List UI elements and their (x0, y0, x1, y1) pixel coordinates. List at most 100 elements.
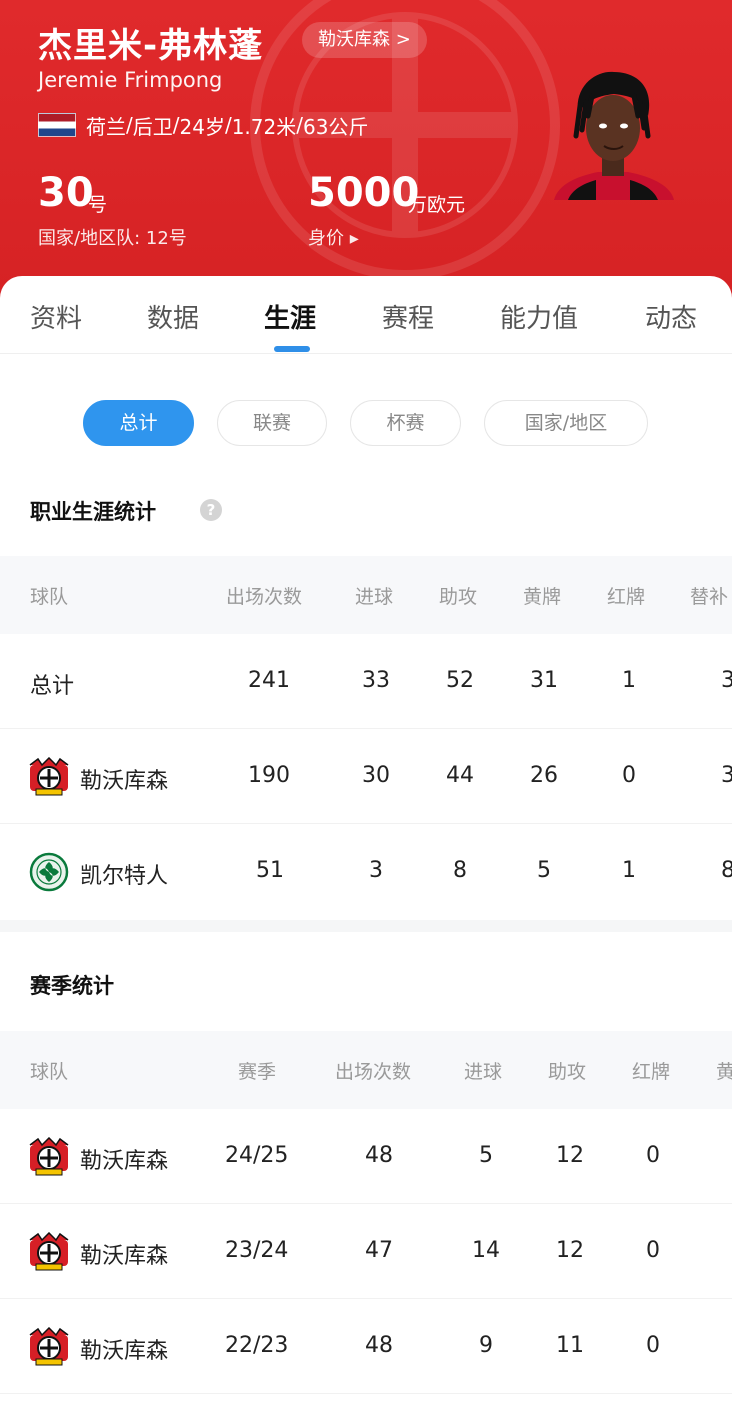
filter-cup[interactable]: 杯赛 (350, 400, 461, 446)
team-cell: 勒沃库森 (80, 1149, 169, 1174)
national-team-value: 12号 (145, 228, 187, 249)
player-name-cn: 杰里米-弗林蓬 (38, 26, 264, 66)
goals-cell: 30 (362, 763, 390, 788)
table-row[interactable]: 勒沃库森 190 30 44 26 0 3 (0, 729, 732, 824)
col-header-goals: 进球 (464, 1061, 503, 1083)
goals-cell: 9 (479, 1333, 493, 1358)
apps-cell: 48 (365, 1333, 393, 1358)
table-row[interactable]: 勒沃库森 24/25 48 5 12 0 (0, 1109, 732, 1204)
assists-cell: 8 (453, 858, 467, 883)
tab-career[interactable]: 生涯 (264, 298, 316, 335)
player-name-en: Jeremie Frimpong (38, 68, 223, 92)
team-cell: 总计 (30, 674, 75, 699)
netherlands-flag-icon (38, 113, 76, 137)
leverkusen-crest-icon (28, 1137, 70, 1177)
shirt-number-unit: 号 (88, 194, 108, 216)
info-separator: / (172, 113, 180, 137)
apps-cell: 51 (256, 858, 284, 883)
goals-cell: 3 (369, 858, 383, 883)
tab-bar: 资料 数据 生涯 赛程 能力值 动态 (0, 276, 732, 354)
goals-cell: 33 (362, 668, 390, 693)
goals-cell: 5 (479, 1143, 493, 1168)
yellow-cell: 26 (530, 763, 558, 788)
tab-schedule[interactable]: 赛程 (382, 298, 434, 335)
col-header-sub: 替补 (690, 586, 729, 608)
red-cell: 1 (622, 858, 636, 883)
section-divider (0, 920, 732, 932)
club-link-button[interactable]: 勒沃库森 > (302, 22, 427, 58)
tab-ability[interactable]: 能力值 (500, 298, 578, 335)
tab-news[interactable]: 动态 (645, 298, 697, 335)
filter-national[interactable]: 国家/地区 (484, 400, 648, 446)
team-cell: 勒沃库森 (80, 1339, 169, 1364)
leverkusen-crest-icon (28, 1232, 70, 1272)
info-separator: / (296, 113, 303, 137)
apps-cell: 241 (248, 668, 290, 693)
filter-chips: 总计 联赛 杯赛 国家/地区 (0, 400, 732, 448)
leverkusen-crest-icon (28, 757, 70, 797)
career-stats-title: 职业生涯统计 (30, 500, 156, 524)
market-value: 5000 (308, 170, 420, 216)
market-value-link[interactable]: 身价 ▸ (308, 224, 359, 250)
col-header-team: 球队 (30, 1061, 69, 1083)
col-header-apps: 出场次数 (226, 586, 303, 608)
filter-league[interactable]: 联赛 (217, 400, 327, 446)
season-cell: 24/25 (225, 1143, 289, 1168)
player-position: 后卫 (132, 114, 173, 139)
col-header-yellow: 黄 (716, 1061, 732, 1083)
shirt-number: 30 (38, 170, 94, 216)
assists-cell: 44 (446, 763, 474, 788)
col-header-red: 红牌 (632, 1061, 671, 1083)
market-value-unit: 万欧元 (408, 194, 466, 216)
team-cell: 勒沃库森 (80, 1244, 169, 1269)
player-age: 24岁 (179, 114, 225, 139)
player-weight: 63公斤 (302, 114, 369, 139)
tab-profile[interactable]: 资料 (30, 298, 82, 335)
red-cell: 0 (646, 1333, 660, 1358)
season-cell: 22/23 (225, 1333, 289, 1358)
player-height: 1.72米 (231, 114, 297, 139)
career-table-header: 球队 出场次数 进球 助攻 黄牌 红牌 替补 (0, 556, 732, 634)
col-header-goals: 进球 (355, 586, 394, 608)
apps-cell: 190 (248, 763, 290, 788)
player-avatar (554, 71, 674, 200)
team-cell: 勒沃库森 (80, 769, 169, 794)
table-row[interactable]: 勒沃库森 23/24 47 14 12 0 (0, 1204, 732, 1299)
goals-cell: 14 (472, 1238, 500, 1263)
info-separator: / (224, 113, 232, 137)
red-cell: 0 (646, 1238, 660, 1263)
season-cell: 23/24 (225, 1238, 289, 1263)
help-icon[interactable]: ? (200, 499, 222, 521)
red-cell: 0 (622, 763, 636, 788)
apps-cell: 47 (365, 1238, 393, 1263)
season-table-header: 球队 赛季 出场次数 进球 助攻 红牌 黄 (0, 1031, 732, 1109)
yellow-cell: 31 (530, 668, 558, 693)
sub-cell: 8 (721, 858, 732, 883)
yellow-cell: 5 (537, 858, 551, 883)
table-row[interactable]: 总计 241 33 52 31 1 3 (0, 634, 732, 729)
table-row[interactable]: 凯尔特人 51 3 8 5 1 8 (0, 824, 732, 919)
tab-data[interactable]: 数据 (147, 298, 199, 335)
col-header-yellow: 黄牌 (523, 586, 562, 608)
filter-total[interactable]: 总计 (83, 400, 194, 446)
national-team-label: 国家/地区队: (38, 228, 141, 249)
national-team-number: 国家/地区队: 12号 (38, 224, 187, 250)
sub-cell: 3 (721, 668, 732, 693)
season-stats-title: 赛季统计 (30, 974, 114, 998)
leverkusen-crest-icon (28, 1327, 70, 1367)
sub-cell: 3 (721, 763, 732, 788)
assists-cell: 12 (556, 1143, 584, 1168)
red-cell: 1 (622, 668, 636, 693)
team-cell: 凯尔特人 (80, 864, 169, 889)
info-separator: / (126, 113, 133, 137)
col-header-apps: 出场次数 (335, 1061, 412, 1083)
red-cell: 0 (646, 1143, 660, 1168)
player-nationality: 荷兰 (86, 114, 126, 139)
celtic-crest-icon (29, 852, 69, 892)
col-header-red: 红牌 (607, 586, 646, 608)
assists-cell: 52 (446, 668, 474, 693)
apps-cell: 48 (365, 1143, 393, 1168)
player-header: 杰里米-弗林蓬 勒沃库森 > Jeremie Frimpong 荷兰 / 后卫 … (0, 0, 732, 300)
col-header-assists: 助攻 (548, 1061, 587, 1083)
table-row[interactable]: 勒沃库森 22/23 48 9 11 0 (0, 1299, 732, 1394)
